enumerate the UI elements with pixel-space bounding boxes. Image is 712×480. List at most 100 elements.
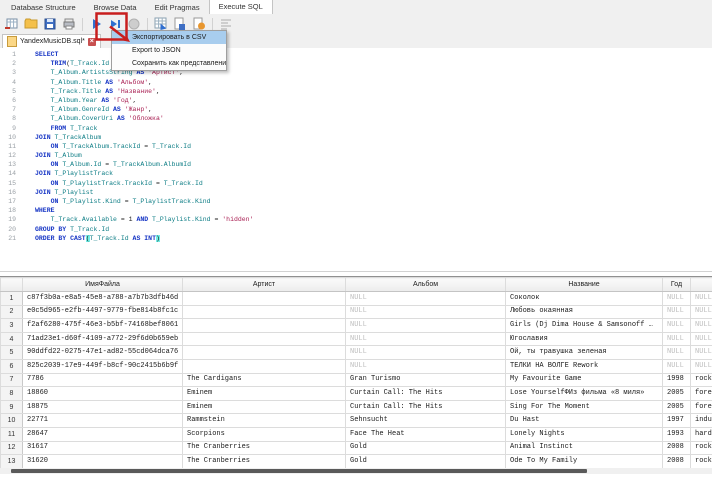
row-number[interactable]: 13 <box>1 455 23 468</box>
cell[interactable]: rock <box>691 455 712 468</box>
row-number[interactable]: 8 <box>1 387 23 401</box>
sql-line[interactable]: 18WHERE <box>0 206 712 215</box>
cell[interactable]: Girls (Dj Dima House & Samsonoff … <box>506 319 663 333</box>
cell[interactable]: 31617 <box>23 441 183 455</box>
tab-database-structure[interactable]: Database Structure <box>2 1 85 14</box>
sql-line[interactable]: 6 T_Album.Year AS 'Год', <box>0 96 712 105</box>
column-header[interactable]: ИмяФайла <box>23 278 183 292</box>
cell[interactable]: Eminem <box>183 400 346 414</box>
cell[interactable]: NULL <box>346 359 506 373</box>
save-sql-file-icon[interactable] <box>42 16 58 32</box>
cell[interactable]: Gran Turismo <box>346 373 506 387</box>
cell[interactable]: NULL <box>346 346 506 360</box>
table-row[interactable]: 590ddfd22-0275-47e1-ad82-55cd064dca76NUL… <box>1 346 712 360</box>
cell[interactable]: NULL <box>691 292 712 306</box>
cell[interactable]: fore <box>691 400 712 414</box>
menu-item-0[interactable]: Экспортировать в CSV <box>112 31 226 44</box>
cell[interactable]: e0c5d965-e2fb-4497-9779-fbe814b8fc1c <box>23 305 183 319</box>
menu-item-1[interactable]: Export to JSON <box>112 44 226 57</box>
tab-execute-sql[interactable]: Execute SQL <box>209 0 273 14</box>
cell[interactable]: NULL <box>663 292 691 306</box>
table-row[interactable]: 918875EminemCurtain Call: The HitsSing F… <box>1 400 712 414</box>
cell[interactable]: The Cranberries <box>183 441 346 455</box>
cell[interactable]: NULL <box>346 332 506 346</box>
sql-line[interactable]: 15 ON T_PlaylistTrack.TrackId = T_Track.… <box>0 179 712 188</box>
editor-tab[interactable]: YandexMusicDB.sql* × <box>2 34 101 48</box>
cell[interactable] <box>183 332 346 346</box>
cell[interactable]: 90ddfd22-0275-47e1-ad82-55cd064dca76 <box>23 346 183 360</box>
cell[interactable]: NULL <box>663 305 691 319</box>
cell[interactable]: NULL <box>691 305 712 319</box>
table-minus-icon[interactable] <box>4 16 20 32</box>
cell[interactable]: Face The Heat <box>346 427 506 441</box>
cell[interactable]: Sehnsucht <box>346 414 506 428</box>
execute-all-icon[interactable] <box>88 16 104 32</box>
table-row[interactable]: 77786The CardigansGran TurismoMy Favouri… <box>1 373 712 387</box>
cell[interactable]: Gold <box>346 441 506 455</box>
cell[interactable]: Animal Instinct <box>506 441 663 455</box>
cell[interactable]: Gold <box>346 455 506 468</box>
sql-line[interactable]: 8 T_Album.CoverUri AS 'Обложка' <box>0 114 712 123</box>
cell[interactable]: 28647 <box>23 427 183 441</box>
tab-edit-pragmas[interactable]: Edit Pragmas <box>146 1 209 14</box>
table-row[interactable]: 1022771RammsteinSehnsuchtDu Hast1997indu <box>1 414 712 428</box>
tab-browse-data[interactable]: Browse Data <box>85 1 146 14</box>
cell[interactable]: 1997 <box>663 414 691 428</box>
close-icon[interactable]: × <box>88 38 96 46</box>
sql-line[interactable]: 1SELECT <box>0 50 712 59</box>
cell[interactable]: rock <box>691 441 712 455</box>
cell[interactable]: Sing For The Moment <box>506 400 663 414</box>
cell[interactable]: NULL <box>346 292 506 306</box>
column-header[interactable]: Альбом <box>346 278 506 292</box>
cell[interactable]: 22771 <box>23 414 183 428</box>
row-number[interactable]: 7 <box>1 373 23 387</box>
table-row[interactable]: 3f2af6280-475f-46e3-b5bf-74168bef8061NUL… <box>1 319 712 333</box>
cell[interactable] <box>183 359 346 373</box>
table-row[interactable]: 818860EminemCurtain Call: The HitsLose Y… <box>1 387 712 401</box>
row-number[interactable]: 9 <box>1 400 23 414</box>
cell[interactable]: NULL <box>663 359 691 373</box>
cell[interactable]: NULL <box>663 319 691 333</box>
cell[interactable]: 1998 <box>663 373 691 387</box>
cell[interactable]: Соколок <box>506 292 663 306</box>
cell[interactable]: f2af6280-475f-46e3-b5bf-74168bef8061 <box>23 319 183 333</box>
cell[interactable]: NULL <box>691 332 712 346</box>
cell[interactable]: Curtain Call: The Hits <box>346 400 506 414</box>
cell[interactable]: fore <box>691 387 712 401</box>
table-row[interactable]: 1128647ScorpionsFace The HeatLonely Nigh… <box>1 427 712 441</box>
cell[interactable]: 2008 <box>663 455 691 468</box>
sql-line[interactable]: 17 ON T_Playlist.Kind = T_PlaylistTrack.… <box>0 197 712 206</box>
column-header[interactable]: Артист <box>183 278 346 292</box>
cell[interactable]: 825c2039-17e9-449f-b8cf-90c2415b6b9f <box>23 359 183 373</box>
table-row[interactable]: 2e0c5d965-e2fb-4497-9779-fbe814b8fc1cNUL… <box>1 305 712 319</box>
cell[interactable]: 71ad23e1-d60f-4109-a772-29f6d0b659eb <box>23 332 183 346</box>
sql-line[interactable]: 11 ON T_TrackAlbum.TrackId = T_Track.Id <box>0 142 712 151</box>
cell[interactable]: Lonely Nights <box>506 427 663 441</box>
splitter[interactable] <box>0 271 712 272</box>
cell[interactable]: NULL <box>663 346 691 360</box>
cell[interactable]: 2005 <box>663 387 691 401</box>
sql-line[interactable]: 3 T_Album.ArtistsString AS 'Артист', <box>0 68 712 77</box>
row-number[interactable]: 4 <box>1 332 23 346</box>
horizontal-scrollbar[interactable] <box>0 468 712 474</box>
cell[interactable]: Scorpions <box>183 427 346 441</box>
cell[interactable]: Eminem <box>183 387 346 401</box>
menu-item-2[interactable]: Сохранить как представление <box>112 57 226 70</box>
cell[interactable] <box>183 292 346 306</box>
cell[interactable]: 31620 <box>23 455 183 468</box>
column-header[interactable] <box>691 278 712 292</box>
cell[interactable]: 18875 <box>23 400 183 414</box>
cell[interactable]: 18860 <box>23 387 183 401</box>
cell[interactable]: 7786 <box>23 373 183 387</box>
sql-line[interactable]: 16JOIN T_Playlist <box>0 188 712 197</box>
sql-editor[interactable]: 1SELECT2 TRIM(T_Track.Id3 T_Album.Artist… <box>0 48 712 272</box>
cell[interactable]: NULL <box>346 305 506 319</box>
cell[interactable]: NULL <box>663 332 691 346</box>
sql-line[interactable]: 12JOIN T_Album <box>0 151 712 160</box>
row-number[interactable]: 6 <box>1 359 23 373</box>
cell[interactable]: 1993 <box>663 427 691 441</box>
cell[interactable]: The Cardigans <box>183 373 346 387</box>
cell[interactable]: NULL <box>346 319 506 333</box>
print-icon[interactable] <box>61 16 77 32</box>
sql-line[interactable]: 20GROUP BY T_Track.Id <box>0 225 712 234</box>
